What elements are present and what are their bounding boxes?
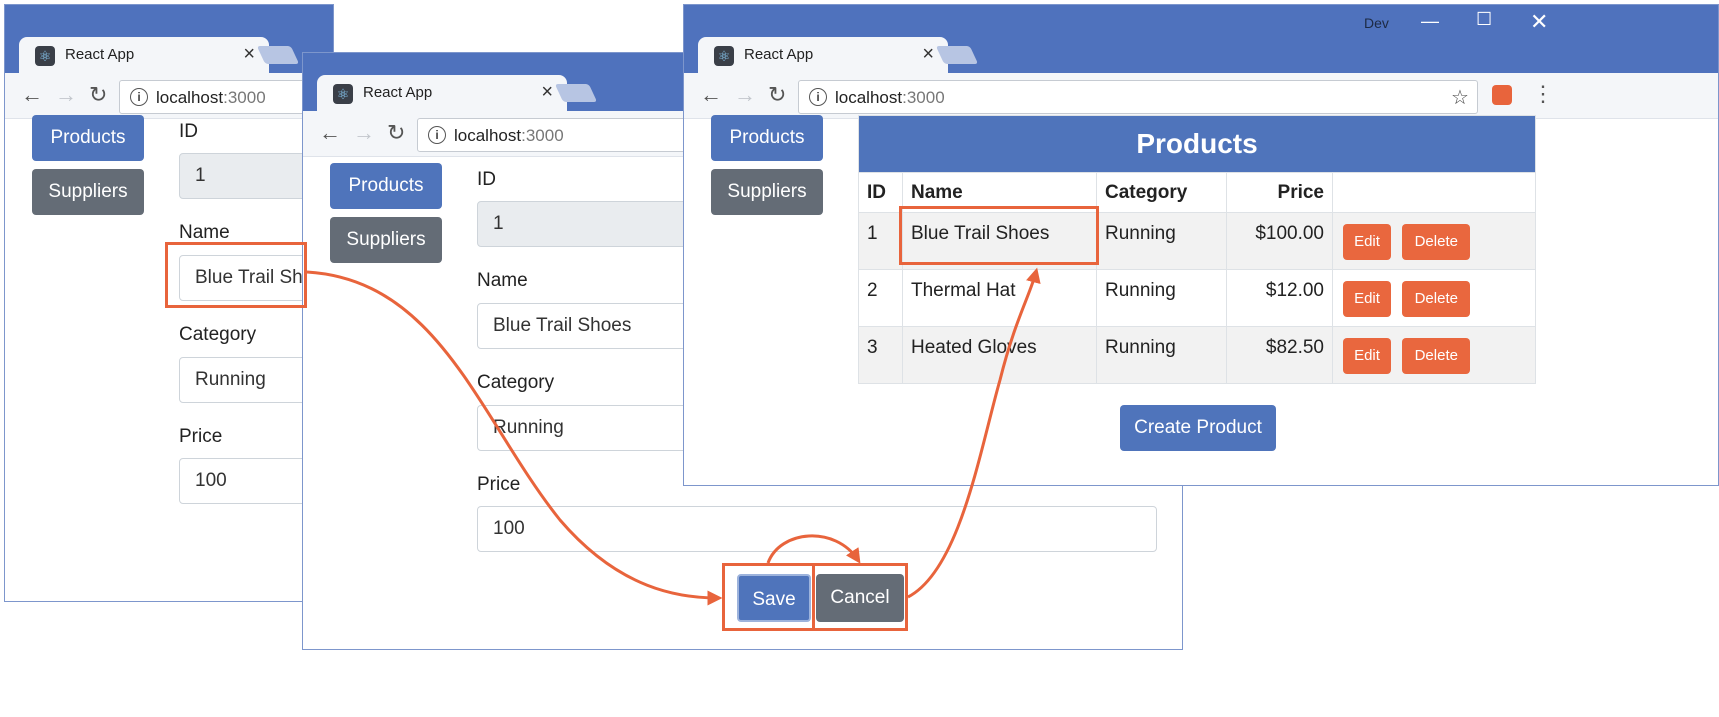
forward-arrow-icon[interactable]: → [734,82,756,108]
table-row: 3 Heated Gloves Running $82.50 Edit Dele… [858,326,1536,384]
tab-title: React App [744,46,814,63]
tab-title: React App [363,84,433,101]
cell-id: 2 [858,269,903,327]
price-input[interactable]: 100 [477,506,1157,552]
cancel-button-highlight [812,563,908,631]
forward-arrow-icon[interactable]: → [353,120,375,146]
products-nav-button[interactable]: Products [711,115,823,161]
edit-button[interactable]: Edit [1343,224,1391,260]
back-arrow-icon[interactable]: ← [700,82,722,108]
suppliers-nav-button[interactable]: Suppliers [330,217,442,263]
id-label: ID [477,169,496,190]
react-favicon-icon: ⚛ [333,84,353,104]
products-nav-button[interactable]: Products [32,115,144,161]
star-icon[interactable]: ☆ [1451,85,1469,110]
url-host: localhost [835,88,903,107]
browser-toolbar: ← → ↻ i localhost:3000 ☆ ⋮ [684,73,1718,119]
address-bar[interactable]: i localhost:3000 ☆ [798,80,1478,114]
cell-category: Running [1096,212,1227,270]
column-header-id: ID [858,172,903,213]
cell-actions: Edit Delete [1332,212,1536,270]
close-icon[interactable]: ✕ [1530,9,1548,35]
cell-category: Running [1096,269,1227,327]
products-nav-button[interactable]: Products [330,163,442,209]
reload-icon[interactable]: ↻ [387,120,405,146]
name-label: Name [477,270,528,291]
price-label: Price [477,474,521,495]
column-header-price: Price [1226,172,1333,213]
profile-label[interactable]: Dev [1364,15,1389,31]
react-favicon-icon: ⚛ [714,46,734,66]
cell-name: Heated Gloves [902,326,1097,384]
info-icon[interactable]: i [130,88,148,106]
url-text: localhost:3000 [454,126,564,146]
category-label: Category [477,372,555,393]
suppliers-nav-button[interactable]: Suppliers [711,169,823,215]
cell-price: $82.50 [1226,326,1333,384]
name-field-highlight [165,242,307,308]
cell-id: 3 [858,326,903,384]
cell-name: Thermal Hat [902,269,1097,327]
tab-close-icon[interactable]: × [541,81,553,104]
delete-button[interactable]: Delete [1402,224,1471,260]
browser-tab[interactable]: ⚛ React App × [19,37,269,73]
delete-button[interactable]: Delete [1402,281,1471,317]
url-port: :3000 [223,88,266,107]
cell-id: 1 [858,212,903,270]
react-favicon-icon: ⚛ [35,46,55,66]
save-button-highlight [722,563,815,631]
category-label: Category [179,324,257,345]
forward-arrow-icon[interactable]: → [55,82,77,108]
column-header-category: Category [1096,172,1227,213]
cell-actions: Edit Delete [1332,326,1536,384]
cell-price: $12.00 [1226,269,1333,327]
table-row: 2 Thermal Hat Running $12.00 Edit Delete [858,269,1536,327]
suppliers-nav-button[interactable]: Suppliers [32,169,144,215]
url-port: :3000 [902,88,945,107]
delete-button[interactable]: Delete [1402,338,1471,374]
cell-category: Running [1096,326,1227,384]
edit-button[interactable]: Edit [1343,281,1391,317]
maximize-icon[interactable]: ☐ [1476,9,1492,30]
minimize-icon[interactable]: — [1421,11,1439,32]
name-label: Name [179,222,230,243]
create-product-button[interactable]: Create Product [1120,405,1276,451]
reload-icon[interactable]: ↻ [768,82,786,108]
info-icon[interactable]: i [428,126,446,144]
back-arrow-icon[interactable]: ← [319,120,341,146]
url-text: localhost:3000 [156,88,266,108]
table-title: Products [858,115,1536,173]
column-header-actions [1332,172,1536,213]
browser-toolbar: ← → ↻ i localhost:3000 [5,73,333,119]
address-bar[interactable]: i localhost:3000 [417,118,717,152]
extension-icon[interactable] [1492,85,1512,105]
menu-dots-icon[interactable]: ⋮ [1532,81,1554,107]
back-arrow-icon[interactable]: ← [21,82,43,108]
table-row-highlight [899,206,1099,265]
url-port: :3000 [521,126,564,145]
edit-button[interactable]: Edit [1343,338,1391,374]
browser-window-front: ⚛ React App × Dev — ☐ ✕ ← → ↻ i localhos… [683,4,1719,486]
url-host: localhost [156,88,224,107]
id-label: ID [179,121,198,142]
price-label: Price [179,426,223,447]
info-icon[interactable]: i [809,88,827,106]
tab-close-icon[interactable]: × [243,43,255,66]
url-host: localhost [454,126,522,145]
browser-tab[interactable]: ⚛ React App × [698,37,948,73]
tab-title: React App [65,46,135,63]
tab-close-icon[interactable]: × [922,43,934,66]
reload-icon[interactable]: ↻ [89,82,107,108]
browser-tab[interactable]: ⚛ React App × [317,75,567,111]
cell-actions: Edit Delete [1332,269,1536,327]
url-text: localhost:3000 [835,88,945,108]
cell-price: $100.00 [1226,212,1333,270]
